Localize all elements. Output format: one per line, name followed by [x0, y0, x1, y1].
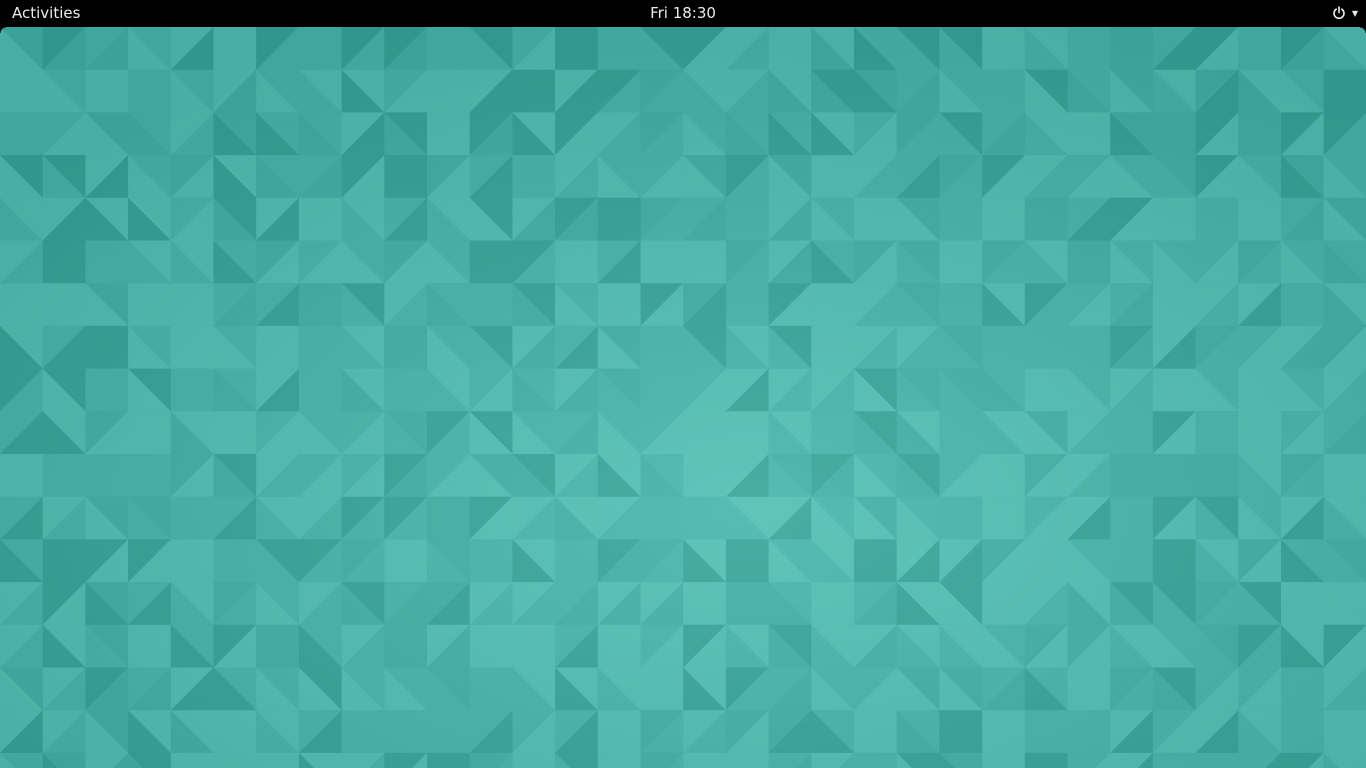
desktop[interactable] — [0, 27, 1366, 768]
clock-button[interactable]: Fri 18:30 — [0, 3, 1366, 23]
clock-label: Fri 18:30 — [650, 4, 716, 22]
system-menu-button[interactable]: ▾ — [1332, 3, 1358, 23]
desktop-wallpaper — [0, 27, 1366, 768]
top-bar: Activities Fri 18:30 ▾ — [0, 0, 1366, 27]
power-icon — [1332, 6, 1346, 20]
dropdown-arrow-icon: ▾ — [1351, 6, 1358, 20]
desktop-corner-right — [1360, 27, 1366, 33]
